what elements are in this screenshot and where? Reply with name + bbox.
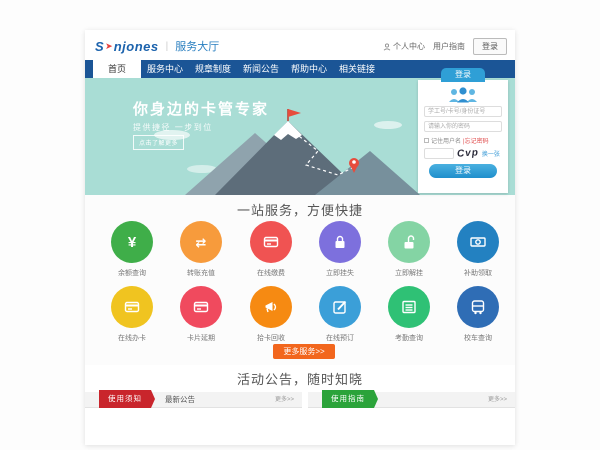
captcha-refresh-link[interactable]: 换一张 [482,149,500,158]
site-name: 服务大厅 [175,38,219,54]
service-transfer-recharge[interactable]: ⇄ 转账充值 [171,221,231,278]
service-card-extension[interactable]: 卡片延期 [171,286,231,343]
screenshot-frame: S ➤ njones | 服务大厅 个人中心 用户指南 登录 首页服务中心规章制… [0,0,600,450]
logo-text-right: njones [114,39,159,54]
service-card-pickup[interactable]: 拾卡回收 [241,286,301,343]
login-submit-button[interactable]: 登录 [429,164,497,178]
header-login-button[interactable]: 登录 [473,38,507,55]
service-label: 立即解挂 [379,268,439,278]
lock-icon [319,221,361,263]
nav-item-service-center[interactable]: 服务中心 [141,60,189,78]
service-label: 拾卡回收 [241,333,301,343]
left-more-link[interactable]: 更多>> [275,392,294,408]
users-icon [446,87,480,103]
card-icon [180,286,222,328]
service-online-card-apply[interactable]: 在线办卡 [102,286,162,343]
service-report-loss[interactable]: 立即挂失 [310,221,370,278]
right-more-link[interactable]: 更多>> [488,392,507,408]
logo-arrow-icon: ➤ [105,41,113,52]
nav-item-news[interactable]: 新闻公告 [237,60,285,78]
login-card: 记住用户名 |忘记密码 Cvp 换一张 登录 [418,80,508,193]
password-input[interactable] [424,121,502,132]
services-title: 一站服务，方便快捷 [85,200,515,219]
service-label: 转账充值 [171,268,231,278]
service-label: 补助领取 [448,268,508,278]
service-label: 卡片延期 [171,333,231,343]
nav-item-help[interactable]: 帮助中心 [285,60,333,78]
megaphone-icon [250,286,292,328]
announcements-section: 活动公告，随时知晓 使用须知 最新公告 更多>> 使用指南 更多>> [85,365,515,445]
remember-checkbox[interactable] [424,138,429,143]
service-label: 考勤查询 [379,333,439,343]
nav-item-rules[interactable]: 规章制度 [189,60,237,78]
site-page: S ➤ njones | 服务大厅 个人中心 用户指南 登录 首页服务中心规章制… [85,30,515,445]
service-attendance-inquiry[interactable]: 考勤查询 [379,286,439,343]
mountain-illustration [140,107,420,195]
hero-title: 你身边的卡管专家 [133,98,269,119]
service-label: 在线缴费 [241,268,301,278]
services-section: 一站服务，方便快捷 ¥ 余额查询 ⇄ 转账充值在线缴费立即挂失立即解挂补助领取在线办卡… [85,195,515,365]
tab-usage-guide[interactable]: 使用指南 [322,390,374,408]
service-release-loss[interactable]: 立即解挂 [379,221,439,278]
personal-center-link[interactable]: 个人中心 [383,41,425,52]
captcha-input[interactable] [424,148,454,159]
captcha-image: Cvp [457,147,480,160]
service-label: 校车查询 [448,333,508,343]
remember-label: 记住用户名 [431,136,461,145]
announcements-right-panel: 使用指南 更多>> [308,392,515,408]
hero-cta-button[interactable]: 点击了解更多 [133,135,184,150]
announcements-left-panel: 使用须知 最新公告 更多>> [85,392,302,408]
service-balance-inquiry[interactable]: ¥ 余额查询 [102,221,162,278]
service-online-payment[interactable]: 在线缴费 [241,221,301,278]
header-divider: | [166,41,169,52]
service-school-bus-inquiry[interactable]: 校车查询 [448,286,508,343]
unlock-icon [388,221,430,263]
login-tab[interactable]: 登录 [441,68,485,82]
bus-icon [457,286,499,328]
yuan-icon: ¥ [111,221,153,263]
card-icon [111,286,153,328]
edit-icon [319,286,361,328]
service-subsidy-collection[interactable]: 补助领取 [448,221,508,278]
transfer-icon: ⇄ [180,221,222,263]
service-label: 在线预订 [310,333,370,343]
service-online-booking[interactable]: 在线预订 [310,286,370,343]
tab-latest-announcements[interactable]: 最新公告 [165,392,195,408]
header-links: 个人中心 用户指南 登录 [383,38,507,55]
forgot-password-link[interactable]: |忘记密码 [463,136,489,145]
list-icon [388,286,430,328]
logo-text-left: S [95,39,104,54]
site-header: S ➤ njones | 服务大厅 个人中心 用户指南 登录 [85,30,515,60]
logo[interactable]: S ➤ njones | 服务大厅 [95,38,219,54]
card-icon [250,221,292,263]
service-label: 立即挂失 [310,268,370,278]
nav-item-home[interactable]: 首页 [93,60,141,78]
service-label: 余额查询 [102,268,162,278]
user-icon [383,43,391,51]
more-services-button[interactable]: 更多服务>> [273,344,335,359]
announcements-title: 活动公告，随时知晓 [85,369,515,388]
hero-subtitle: 提供捷径 一步到位 [133,122,213,133]
username-input[interactable] [424,106,502,117]
banknote-icon [457,221,499,263]
nav-item-links[interactable]: 相关链接 [333,60,381,78]
tab-usage-notice[interactable]: 使用须知 [99,390,151,408]
service-label: 在线办卡 [102,333,162,343]
user-guide-link[interactable]: 用户指南 [433,41,465,52]
